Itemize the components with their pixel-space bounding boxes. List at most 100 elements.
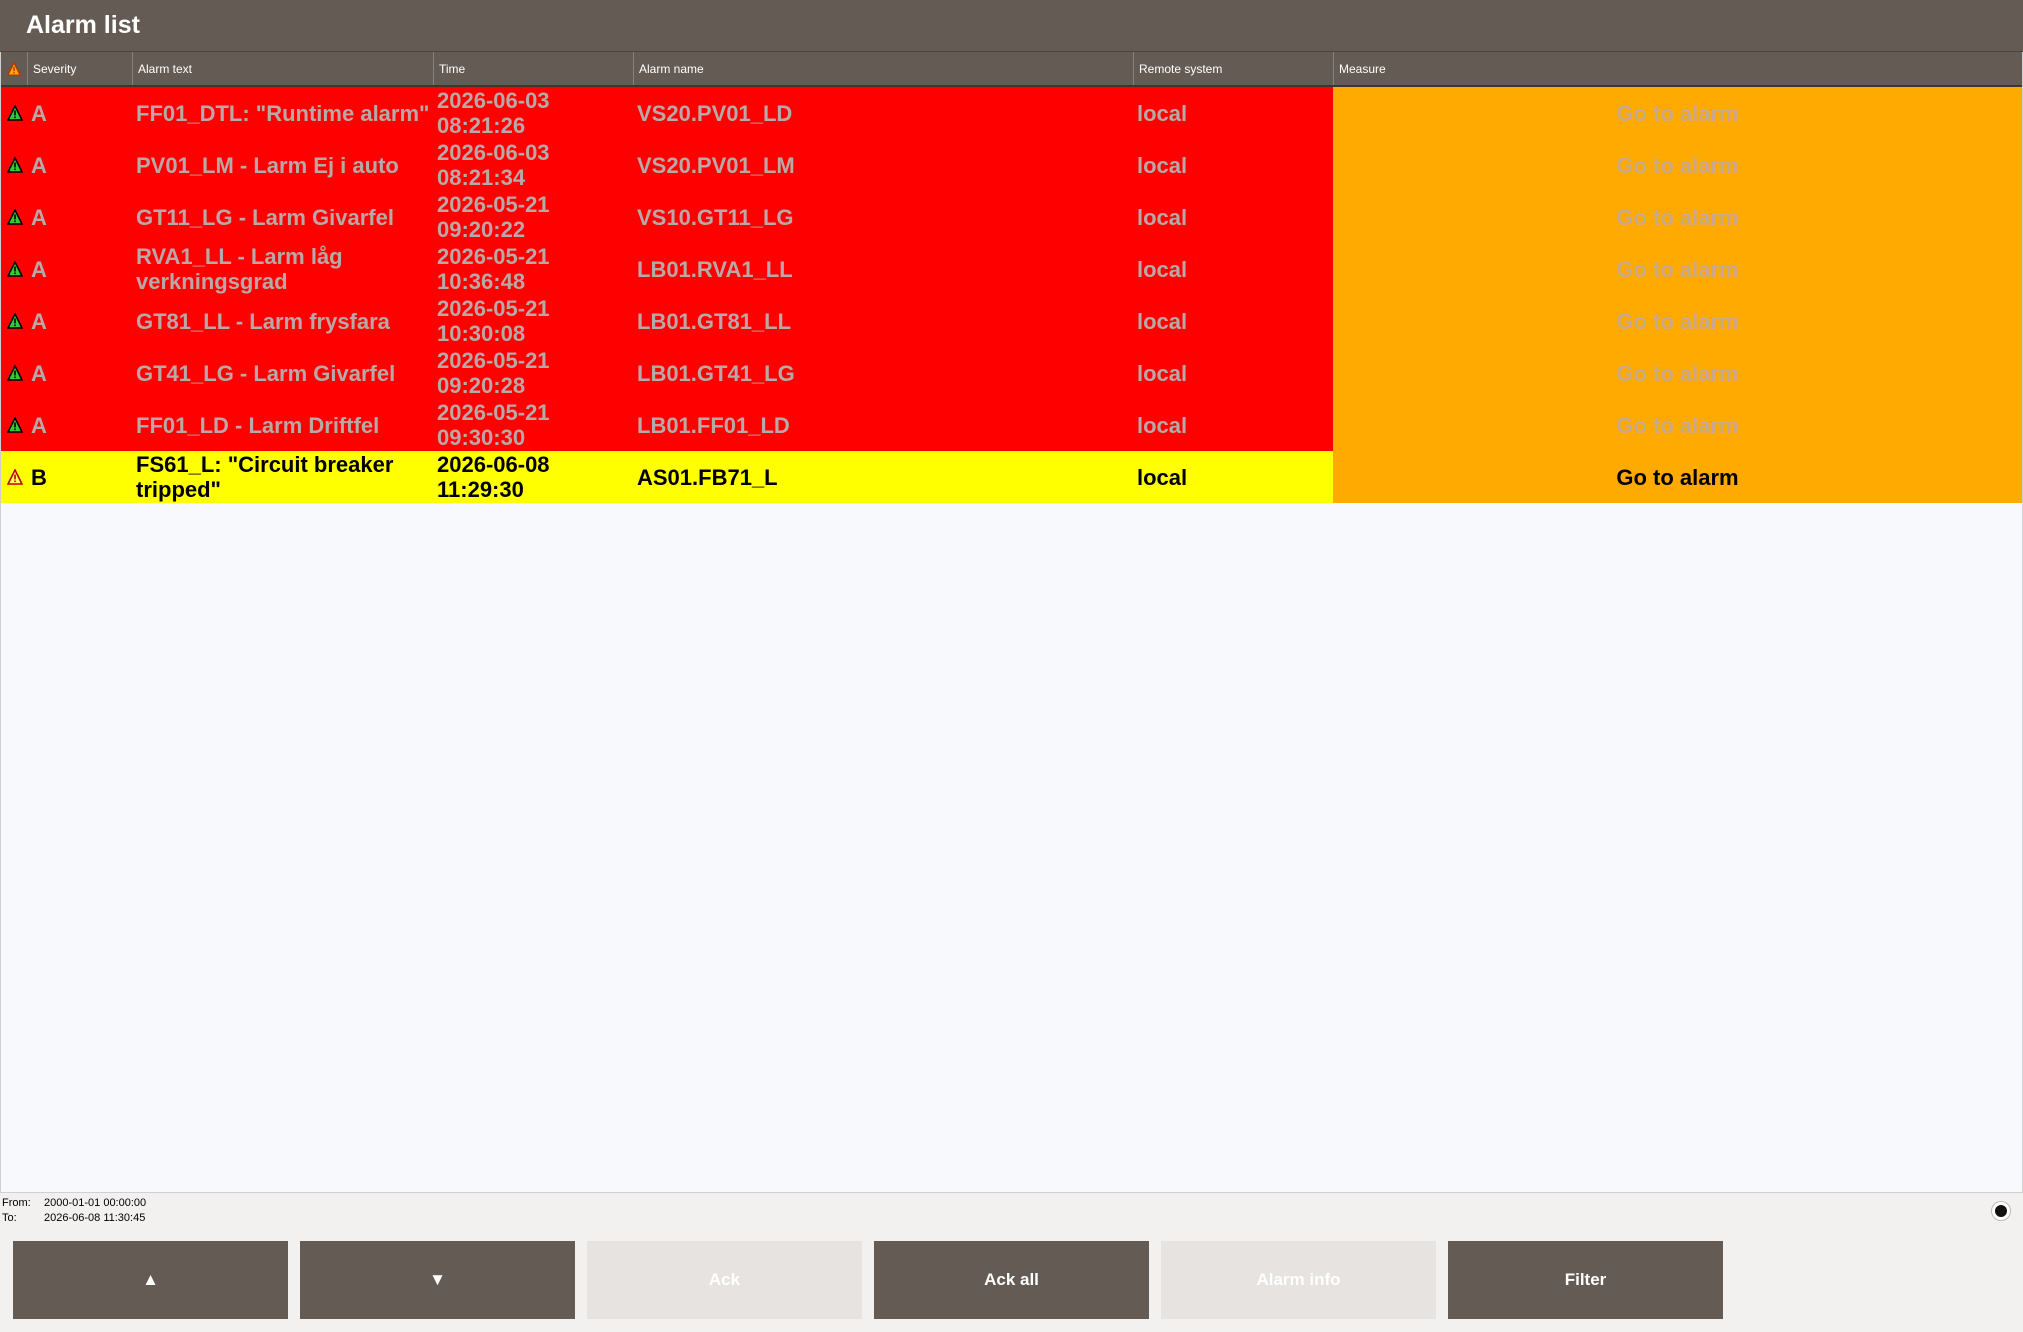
time-cell: 2026-06-03 08:21:26 — [433, 87, 633, 139]
scroll-down-button[interactable]: ▼ — [300, 1241, 575, 1319]
alarm-text-value: FS61_L: "Circuit breaker tripped" — [136, 452, 394, 502]
ack-all-button[interactable]: Ack all — [874, 1241, 1149, 1319]
alarm-text-value: GT81_LL - Larm frysfara — [136, 308, 390, 334]
warning-triangle-icon — [7, 62, 21, 76]
from-value: 2000-01-01 00:00:00 — [44, 1197, 147, 1209]
warning-triangle-icon — [7, 313, 23, 329]
remote-system-cell: local — [1133, 399, 1333, 451]
connection-status-icon — [1991, 1201, 2011, 1221]
table-row[interactable]: A RVA1_LL - Larm låg verkningsgrad 2026-05… — [1, 243, 2022, 295]
column-header-severity[interactable]: Severity — [27, 52, 132, 85]
alarm-text-cell: GT41_LG - Larm Givarfel — [132, 347, 433, 399]
go-to-alarm-button[interactable]: Go to alarm — [1333, 87, 2022, 139]
time-value: 2026-06-08 11:29:30 — [437, 452, 550, 502]
go-to-alarm-label: Go to alarm — [1616, 204, 1739, 230]
table-row[interactable]: B FS61_L: "Circuit breaker tripped" 2026-0… — [1, 451, 2022, 503]
ack-button[interactable]: Ack — [587, 1241, 862, 1319]
remote-system-value: local — [1137, 308, 1188, 334]
alarm-info-button[interactable]: Alarm info — [1161, 1241, 1436, 1319]
remote-system-cell: local — [1133, 139, 1333, 191]
severity-value: A — [31, 360, 47, 386]
column-header-icon[interactable] — [1, 52, 27, 85]
warning-triangle-icon — [7, 209, 23, 225]
warning-triangle-icon — [7, 261, 23, 277]
table-row[interactable]: A PV01_LM - Larm Ej i auto 2026-06-03 08:2… — [1, 139, 2022, 191]
row-icon-cell — [1, 295, 27, 347]
severity-cell: A — [27, 347, 132, 399]
alarm-text-cell: GT11_LG - Larm Givarfel — [132, 191, 433, 243]
row-icon-cell — [1, 191, 27, 243]
severity-cell: A — [27, 295, 132, 347]
time-cell: 2026-05-21 09:20:28 — [433, 347, 633, 399]
remote-system-value: local — [1137, 204, 1188, 230]
alarm-text-value: PV01_LM - Larm Ej i auto — [136, 152, 399, 178]
alarm-name-cell: LB01.GT41_LG — [633, 347, 1133, 399]
alarm-name-value: VS10.GT11_LG — [637, 204, 794, 230]
warning-triangle-icon — [7, 157, 23, 173]
remote-system-value: local — [1137, 464, 1188, 490]
severity-value: A — [31, 152, 47, 178]
go-to-alarm-button[interactable]: Go to alarm — [1333, 139, 2022, 191]
alarm-name-value: AS01.FB71_L — [637, 464, 778, 490]
column-header-remote-system[interactable]: Remote system — [1133, 52, 1333, 85]
alarm-text-value: GT41_LG - Larm Givarfel — [136, 360, 396, 386]
severity-value: A — [31, 256, 47, 282]
row-icon-cell — [1, 347, 27, 399]
alarm-name-cell: LB01.RVA1_LL — [633, 243, 1133, 295]
alarm-name-cell: LB01.FF01_LD — [633, 399, 1133, 451]
column-header-alarm-text[interactable]: Alarm text — [132, 52, 433, 85]
remote-system-value: local — [1137, 152, 1188, 178]
warning-triangle-icon — [7, 469, 23, 485]
time-cell: 2026-05-21 09:20:22 — [433, 191, 633, 243]
go-to-alarm-label: Go to alarm — [1616, 256, 1739, 282]
table-row[interactable]: A FF01_DTL: "Runtime alarm" 2026-06-03 08:… — [1, 87, 2022, 139]
alarm-list-window: Alarm list Severity Alarm text Time Alar… — [0, 0, 2023, 1332]
go-to-alarm-button[interactable]: Go to alarm — [1333, 399, 2022, 451]
to-value: 2026-06-08 11:30:45 — [44, 1212, 146, 1224]
title-bar: Alarm list — [0, 0, 2023, 52]
remote-system-cell: local — [1133, 191, 1333, 243]
remote-system-cell: local — [1133, 243, 1333, 295]
warning-triangle-icon — [7, 417, 23, 433]
remote-system-cell: local — [1133, 347, 1333, 399]
go-to-alarm-button[interactable]: Go to alarm — [1333, 243, 2022, 295]
alarm-table: Severity Alarm text Time Alarm name Remo… — [0, 52, 2023, 1192]
remote-system-cell: local — [1133, 451, 1333, 503]
alarm-text-value: FF01_DTL: "Runtime alarm" — [136, 100, 430, 126]
alarm-name-value: LB01.GT81_LL — [637, 308, 792, 334]
filter-button[interactable]: Filter — [1448, 1241, 1723, 1319]
time-value: 2026-05-21 10:36:48 — [437, 244, 550, 294]
alarm-name-value: VS20.PV01_LM — [637, 152, 795, 178]
table-row[interactable]: A GT41_LG - Larm Givarfel 2026-05-21 09:20… — [1, 347, 2022, 399]
table-row[interactable]: A GT81_LL - Larm frysfara 2026-05-21 10:30… — [1, 295, 2022, 347]
filter-range-info: From: 2000-01-01 00:00:00 To: 2026-06-08… — [0, 1192, 2023, 1227]
go-to-alarm-label: Go to alarm — [1616, 360, 1739, 386]
column-header-alarm-name[interactable]: Alarm name — [633, 52, 1133, 85]
severity-value: A — [31, 204, 47, 230]
from-label: From: — [2, 1197, 31, 1209]
table-row[interactable]: A GT11_LG - Larm Givarfel 2026-05-21 09:20… — [1, 191, 2022, 243]
button-bar: ▲ ▼ Ack Ack all Alarm info Filter — [0, 1227, 2023, 1332]
time-cell: 2026-05-21 09:30:30 — [433, 399, 633, 451]
time-value: 2026-05-21 09:20:28 — [437, 348, 550, 398]
scroll-up-button[interactable]: ▲ — [13, 1241, 288, 1319]
severity-cell: A — [27, 191, 132, 243]
table-row[interactable]: A FF01_LD - Larm Driftfel 2026-05-21 09:30… — [1, 399, 2022, 451]
row-icon-cell — [1, 139, 27, 191]
column-header-measure[interactable]: Measure — [1333, 52, 2022, 85]
alarm-name-cell: AS01.FB71_L — [633, 451, 1133, 503]
go-to-alarm-button[interactable]: Go to alarm — [1333, 347, 2022, 399]
go-to-alarm-button[interactable]: Go to alarm — [1333, 295, 2022, 347]
go-to-alarm-button[interactable]: Go to alarm — [1333, 451, 2022, 503]
to-label: To: — [2, 1212, 17, 1224]
column-header-time[interactable]: Time — [433, 52, 633, 85]
alarm-text-value: RVA1_LL - Larm låg verkningsgrad — [136, 244, 343, 294]
go-to-alarm-button[interactable]: Go to alarm — [1333, 191, 2022, 243]
severity-cell: A — [27, 139, 132, 191]
go-to-alarm-label: Go to alarm — [1616, 464, 1739, 490]
alarm-text-value: FF01_LD - Larm Driftfel — [136, 412, 380, 438]
time-cell: 2026-06-03 08:21:34 — [433, 139, 633, 191]
alarm-text-cell: FF01_DTL: "Runtime alarm" — [132, 87, 433, 139]
remote-system-cell: local — [1133, 87, 1333, 139]
alarm-name-value: LB01.FF01_LD — [637, 412, 790, 438]
